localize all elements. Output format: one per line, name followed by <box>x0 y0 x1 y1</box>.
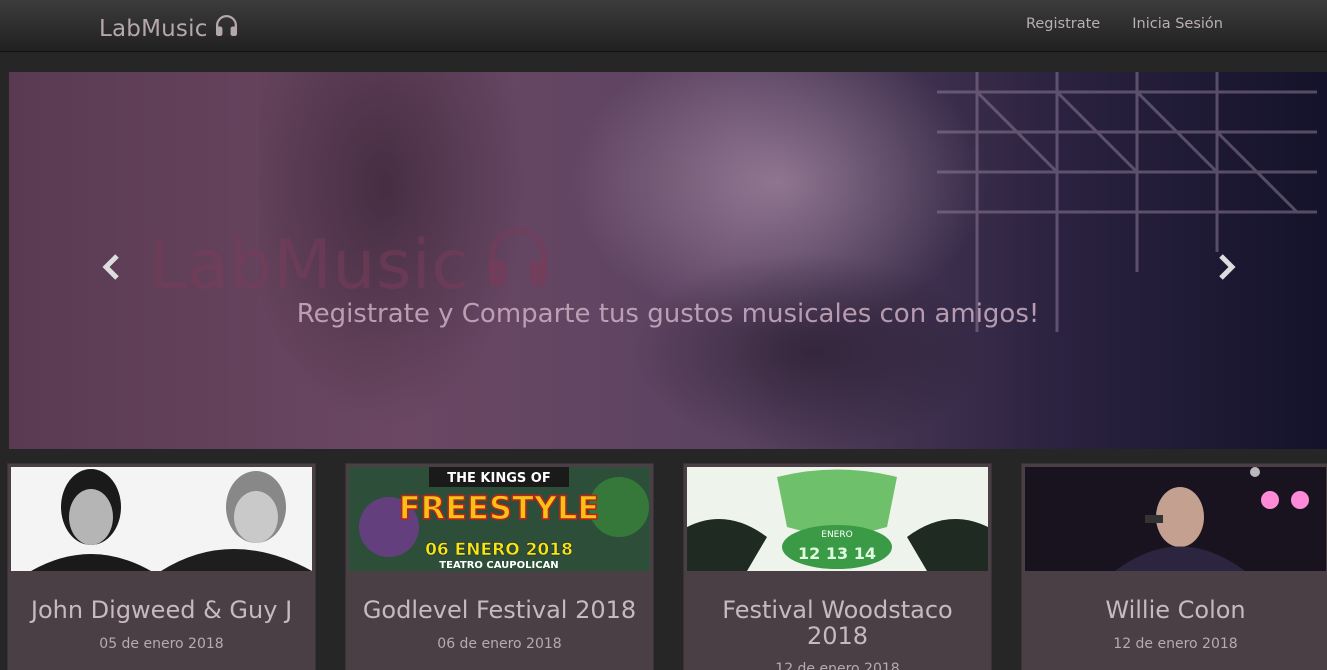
svg-text:TEATRO CAUPOLICAN: TEATRO CAUPOLICAN <box>439 560 558 571</box>
stage-truss <box>937 72 1317 332</box>
chevron-right-icon <box>1219 254 1236 280</box>
carousel-next-button[interactable] <box>1211 252 1241 282</box>
event-title: John Digweed & Guy J <box>30 596 293 624</box>
register-link[interactable]: Registrate <box>1026 16 1100 32</box>
headphones-icon <box>214 13 239 44</box>
login-link[interactable]: Inicia Sesión <box>1132 16 1223 32</box>
event-title: Willie Colon <box>1105 596 1246 624</box>
event-date: 05 de enero 2018 <box>99 636 224 652</box>
event-date: 12 de enero 2018 <box>1113 636 1238 652</box>
event-image <box>1025 467 1326 571</box>
hero-title: LabMusic <box>149 222 553 309</box>
event-title: Godlevel Festival 2018 <box>362 596 637 624</box>
chevron-left-icon <box>102 254 119 280</box>
hero-subtitle: Registrate y Comparte tus gustos musical… <box>296 299 1040 329</box>
brand-text: LabMusic <box>99 15 208 42</box>
carousel-prev-button[interactable] <box>97 252 127 282</box>
event-title: Festival Woodstaco 2018 <box>722 596 953 650</box>
svg-text:06 ENERO 2018: 06 ENERO 2018 <box>425 540 573 560</box>
event-image <box>11 467 312 571</box>
hero-title-text: LabMusic <box>149 226 470 305</box>
event-date: 12 de enero 2018 <box>775 661 900 670</box>
hero-carousel: LabMusic Registrate y Comparte tus gusto… <box>9 72 1327 449</box>
svg-text:THE KINGS OF: THE KINGS OF <box>447 471 550 486</box>
svg-text:FREESTYLE: FREESTYLE <box>399 489 600 527</box>
headphones-icon <box>483 222 553 309</box>
navbar: LabMusic Registrate Inicia Sesión <box>0 0 1327 52</box>
event-date: 06 de enero 2018 <box>437 636 562 652</box>
event-card[interactable]: ENERO 12 13 14 Festival Woodstaco 2018 1… <box>683 463 992 670</box>
event-card[interactable]: Willie Colon 12 de enero 2018 <box>1021 463 1327 670</box>
svg-text:12 13 14: 12 13 14 <box>798 544 876 563</box>
event-card[interactable]: THE KINGS OF FREESTYLE 06 ENERO 2018 TEA… <box>345 463 654 670</box>
event-image: THE KINGS OF FREESTYLE 06 ENERO 2018 TEA… <box>349 467 650 571</box>
svg-text:ENERO: ENERO <box>821 530 852 540</box>
nav-links: Registrate Inicia Sesión <box>1026 16 1223 32</box>
event-image: ENERO 12 13 14 <box>687 467 988 571</box>
event-card[interactable]: John Digweed & Guy J 05 de enero 2018 <box>7 463 316 670</box>
brand-link[interactable]: LabMusic <box>99 13 239 44</box>
